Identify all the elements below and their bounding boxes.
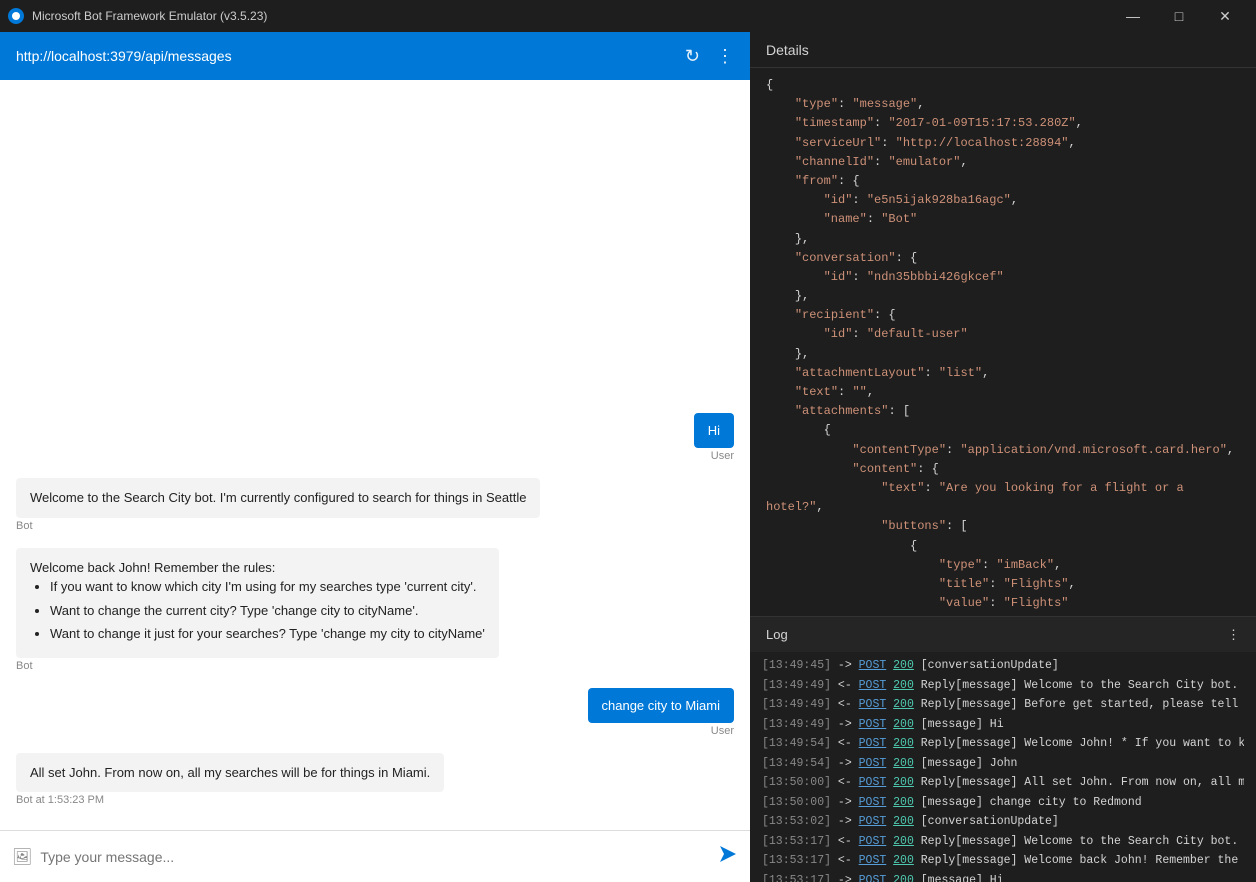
msg-label-bot-rules: Bot bbox=[16, 660, 33, 672]
window-title: Microsoft Bot Framework Emulator (v3.5.2… bbox=[32, 9, 267, 23]
json-line: "content": { bbox=[766, 460, 1240, 479]
msg-label-user-change: User bbox=[711, 725, 734, 737]
message-bot-rules: Welcome back John! Remember the rules: I… bbox=[16, 548, 734, 676]
json-line: "text": "Are you looking for a flight or… bbox=[766, 479, 1240, 517]
chat-messages: Hi User Welcome to the Search City bot. … bbox=[0, 80, 750, 830]
message-bot-welcome: Welcome to the Search City bot. I'm curr… bbox=[16, 478, 734, 536]
bubble-user-hi: Hi bbox=[694, 413, 734, 448]
json-line: "recipient": { bbox=[766, 306, 1240, 325]
log-entry-5: [13:49:54] <- POST 200 Reply[message] We… bbox=[762, 734, 1244, 754]
title-bar: Microsoft Bot Framework Emulator (v3.5.2… bbox=[0, 0, 1256, 32]
log-entry-10: [13:53:17] <- POST 200 Reply[message] We… bbox=[762, 832, 1244, 852]
bubble-bot-welcome: Welcome to the Search City bot. I'm curr… bbox=[16, 478, 540, 518]
title-bar-left: Microsoft Bot Framework Emulator (v3.5.2… bbox=[8, 8, 267, 24]
log-entry-9: [13:53:02] -> POST 200 [conversationUpda… bbox=[762, 812, 1244, 832]
rule-1: If you want to know which city I'm using… bbox=[50, 577, 485, 597]
message-user-hi: Hi User bbox=[16, 413, 734, 466]
json-line: "buttons": [ bbox=[766, 517, 1240, 536]
api-url: http://localhost:3979/api/messages bbox=[16, 48, 232, 64]
json-line: { bbox=[766, 421, 1240, 440]
rules-intro: Welcome back John! Remember the rules: bbox=[30, 558, 485, 578]
chat-spacer bbox=[16, 96, 734, 405]
json-line: "text": "", bbox=[766, 383, 1240, 402]
json-line: "attachments": [ bbox=[766, 402, 1240, 421]
json-line: { bbox=[766, 537, 1240, 556]
attachment-icon[interactable]: 🖼 bbox=[12, 847, 32, 867]
chat-header: http://localhost:3979/api/messages ↻ ⋮ bbox=[0, 32, 750, 80]
json-line: "value": "Flights" bbox=[766, 594, 1240, 613]
rule-3: Want to change it just for your searches… bbox=[50, 624, 485, 644]
log-title: Log bbox=[766, 627, 788, 642]
log-entry-11: [13:53:17] <- POST 200 Reply[message] We… bbox=[762, 851, 1244, 871]
log-entry-8: [13:50:00] -> POST 200 [message] change … bbox=[762, 793, 1244, 813]
main-layout: http://localhost:3979/api/messages ↻ ⋮ H… bbox=[0, 32, 1256, 882]
bubble-bot-rules: Welcome back John! Remember the rules: I… bbox=[16, 548, 499, 658]
details-content: { "type": "message", "timestamp": "2017-… bbox=[750, 68, 1256, 616]
json-line: "type": "message", bbox=[766, 95, 1240, 114]
log-entry-2: [13:49:49] <- POST 200 Reply[message] We… bbox=[762, 676, 1244, 696]
message-input[interactable] bbox=[40, 849, 710, 865]
message-bot-allset: All set John. From now on, all my search… bbox=[16, 753, 734, 811]
refresh-icon[interactable]: ↻ bbox=[685, 46, 700, 67]
header-actions: ↻ ⋮ bbox=[685, 46, 734, 67]
rules-list: If you want to know which city I'm using… bbox=[30, 577, 485, 644]
json-line: "id": "ndn35bbbi426gkcef" bbox=[766, 268, 1240, 287]
menu-icon[interactable]: ⋮ bbox=[716, 46, 734, 67]
app-icon bbox=[8, 8, 24, 24]
json-line: "conversation": { bbox=[766, 249, 1240, 268]
json-line: }, bbox=[766, 230, 1240, 249]
close-button[interactable]: ✕ bbox=[1202, 0, 1248, 32]
bubble-bot-allset: All set John. From now on, all my search… bbox=[16, 753, 444, 793]
json-line: "serviceUrl": "http://localhost:28894", bbox=[766, 134, 1240, 153]
json-line: "title": "Flights", bbox=[766, 575, 1240, 594]
json-line: "id": "e5n5ijak928ba16agc", bbox=[766, 191, 1240, 210]
log-entry-6: [13:49:54] -> POST 200 [message] John bbox=[762, 754, 1244, 774]
log-header: Log ⋮ bbox=[750, 616, 1256, 652]
json-line: }, bbox=[766, 345, 1240, 364]
log-content: [13:49:45] -> POST 200 [conversationUpda… bbox=[750, 652, 1256, 882]
msg-label-user-hi: User bbox=[711, 450, 734, 462]
json-line: "channelId": "emulator", bbox=[766, 153, 1240, 172]
json-line: "contentType": "application/vnd.microsof… bbox=[766, 441, 1240, 460]
log-entry-3: [13:49:49] <- POST 200 Reply[message] Be… bbox=[762, 695, 1244, 715]
right-panel: Details { "type": "message", "timestamp"… bbox=[750, 32, 1256, 882]
send-button[interactable] bbox=[718, 844, 738, 869]
json-line: "from": { bbox=[766, 172, 1240, 191]
maximize-button[interactable]: □ bbox=[1156, 0, 1202, 32]
chat-input-area: 🖼 bbox=[0, 830, 750, 882]
msg-label-bot-welcome: Bot bbox=[16, 520, 33, 532]
log-menu-icon[interactable]: ⋮ bbox=[1227, 627, 1240, 643]
bubble-user-change-city: change city to Miami bbox=[588, 688, 735, 723]
message-user-change-city: change city to Miami User bbox=[16, 688, 734, 741]
json-line: "id": "default-user" bbox=[766, 325, 1240, 344]
log-entry-12: [13:53:17] -> POST 200 [message] Hi bbox=[762, 871, 1244, 882]
log-entry-4: [13:49:49] -> POST 200 [message] Hi bbox=[762, 715, 1244, 735]
chat-panel: http://localhost:3979/api/messages ↻ ⋮ H… bbox=[0, 32, 750, 882]
details-header: Details bbox=[750, 32, 1256, 68]
json-line: "name": "Bot" bbox=[766, 210, 1240, 229]
rule-2: Want to change the current city? Type 'c… bbox=[50, 601, 485, 621]
json-line: }, bbox=[766, 287, 1240, 306]
msg-label-bot-allset: Bot at 1:53:23 PM bbox=[16, 794, 104, 806]
details-title: Details bbox=[766, 42, 809, 58]
json-line: "timestamp": "2017-01-09T15:17:53.280Z", bbox=[766, 114, 1240, 133]
window-controls[interactable]: — □ ✕ bbox=[1110, 0, 1248, 32]
json-line: "type": "imBack", bbox=[766, 556, 1240, 575]
log-entry-1: [13:49:45] -> POST 200 [conversationUpda… bbox=[762, 656, 1244, 676]
json-line: "attachmentLayout": "list", bbox=[766, 364, 1240, 383]
log-entry-7: [13:50:00] <- POST 200 Reply[message] Al… bbox=[762, 773, 1244, 793]
json-line: { bbox=[766, 76, 1240, 95]
minimize-button[interactable]: — bbox=[1110, 0, 1156, 32]
